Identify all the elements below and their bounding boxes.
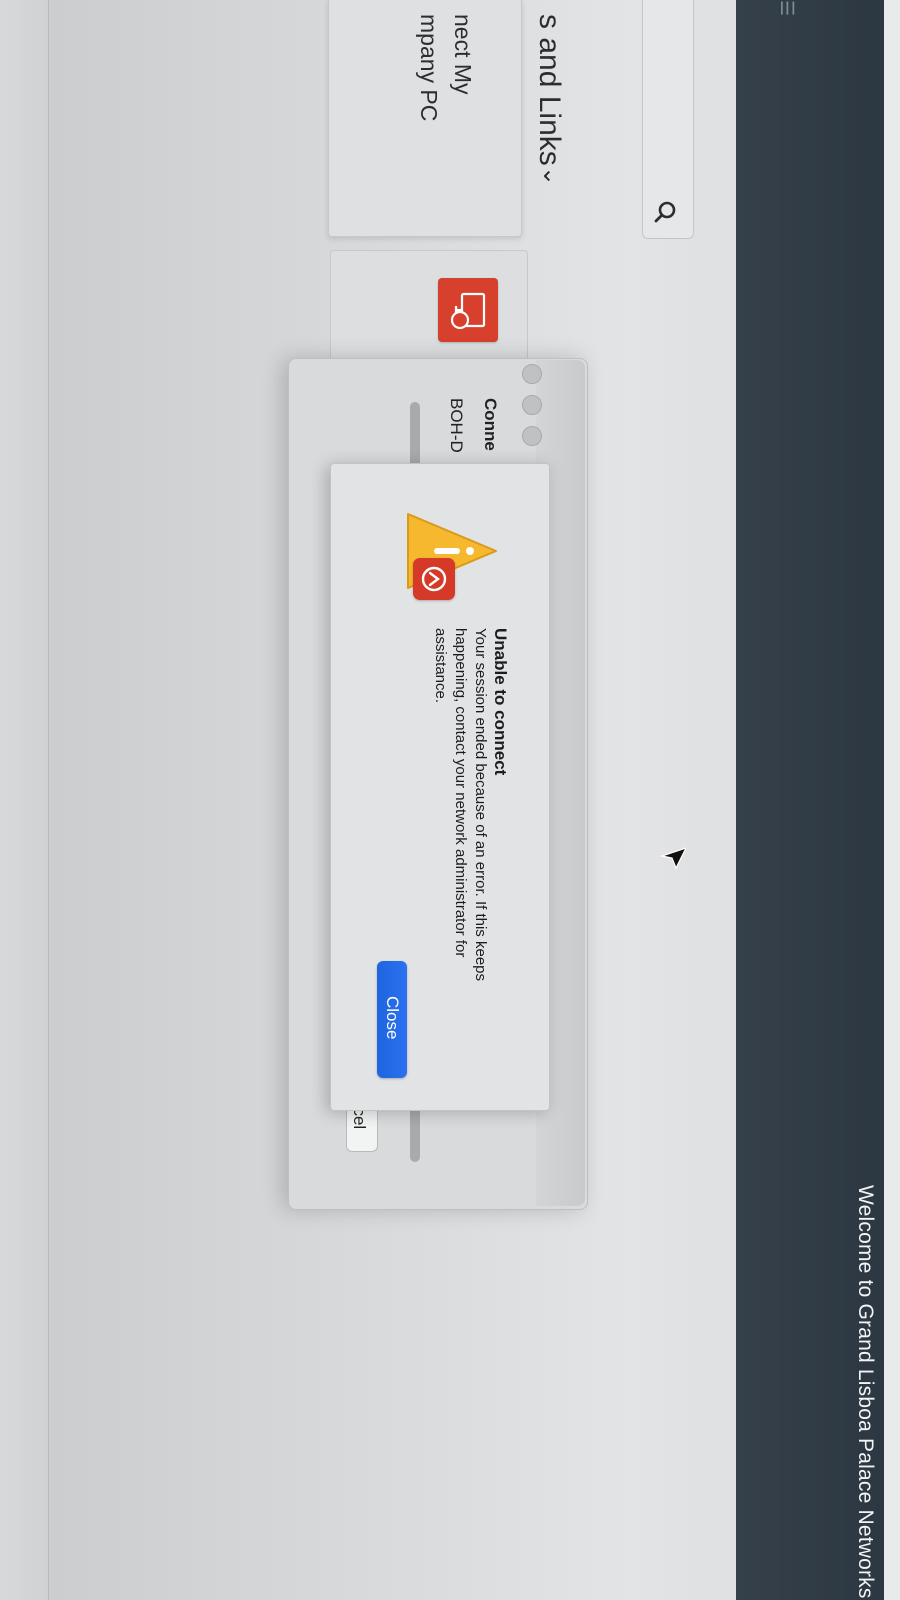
alert-title: Unable to connect — [491, 628, 510, 776]
screen-bezel — [884, 0, 900, 1600]
window-close-control[interactable] — [522, 364, 542, 384]
close-button-label: Close — [383, 996, 402, 1040]
header-title: Welcome to Grand Lisboa Palace Networks — [854, 1185, 877, 1599]
chevron-down-icon[interactable]: ⌄ — [537, 166, 566, 186]
alert-message-line1: Your session ended because of an error. … — [472, 628, 489, 982]
window-minimize-control[interactable] — [522, 395, 542, 415]
alert-message-line2: happening, contact your network administ… — [452, 628, 469, 958]
menu-icon[interactable]: ☰ — [776, 0, 797, 16]
alert-message: Your session ended because of an error. … — [430, 628, 490, 1048]
section-title: s and Links — [533, 14, 566, 166]
connection-title: Conne — [481, 398, 500, 451]
remote-desktop-icon[interactable] — [438, 278, 498, 342]
page-edge — [0, 0, 49, 1600]
resource-card-title: nect My mpany PC — [412, 14, 480, 121]
resource-card-title-line1: nect My — [450, 14, 476, 95]
badge-glyph — [421, 566, 447, 592]
window-zoom-control[interactable] — [522, 426, 542, 446]
remote-desktop-glyph — [450, 292, 486, 330]
search-icon[interactable] — [650, 200, 680, 226]
resource-card-title-line2: mpany PC — [416, 14, 442, 122]
alert-message-line3: assistance. — [432, 628, 449, 704]
remote-desktop-badge-icon — [413, 558, 455, 600]
mouse-cursor-icon — [660, 847, 686, 870]
connection-host: BOH-D — [447, 398, 466, 453]
